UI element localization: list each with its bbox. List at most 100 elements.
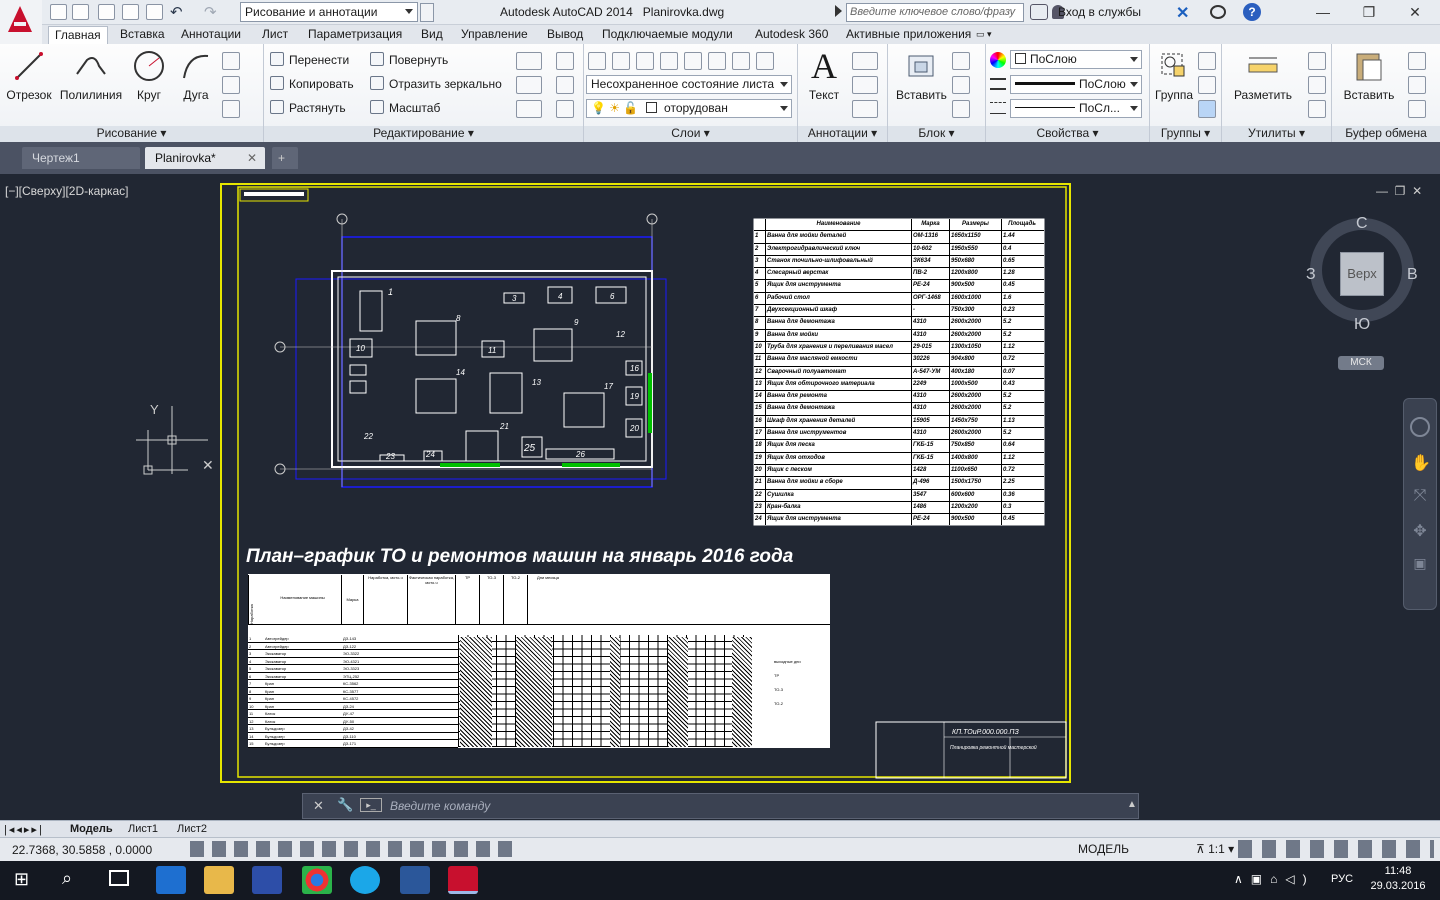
layer-isolate-icon[interactable] xyxy=(636,52,654,70)
quick-access-dropdown[interactable] xyxy=(420,3,434,22)
close-tab-icon[interactable]: ✕ xyxy=(247,147,257,169)
measure-button[interactable]: Разметить xyxy=(1232,48,1294,102)
showmotion-icon[interactable]: ▣ xyxy=(1411,555,1429,575)
viewcube[interactable]: Верх xyxy=(1340,252,1384,296)
layout1-tab[interactable]: Лист1 xyxy=(128,823,158,835)
help-icon[interactable]: ? xyxy=(1243,3,1261,21)
tab-output[interactable]: Вывод xyxy=(541,26,589,44)
layout2-tab[interactable]: Лист2 xyxy=(177,823,207,835)
tab-insert[interactable]: Вставка xyxy=(114,26,171,44)
compass-south[interactable]: Ю xyxy=(1354,316,1370,334)
layer-state-icon[interactable] xyxy=(612,52,630,70)
customize-icon[interactable]: 🔧 xyxy=(337,797,353,813)
ungroup-icon[interactable] xyxy=(1198,52,1216,70)
arc-button[interactable]: Дуга xyxy=(176,48,216,102)
stretch-button[interactable]: Растянуть xyxy=(270,98,346,118)
command-history-icon[interactable]: ▲ xyxy=(1127,799,1137,810)
search-icon[interactable]: ⌕ xyxy=(62,868,72,889)
command-input[interactable]: Введите команду xyxy=(390,799,490,813)
quick-select-icon[interactable] xyxy=(1308,52,1326,70)
utilities-panel-title[interactable]: Утилиты ▾ xyxy=(1222,126,1331,142)
tab-manage[interactable]: Управление xyxy=(455,26,534,44)
layer-state-select[interactable]: Несохраненное состояние листа xyxy=(586,75,792,94)
offset-icon[interactable] xyxy=(556,100,574,118)
attribute-icon[interactable] xyxy=(952,100,970,118)
layer-match-icon[interactable] xyxy=(732,52,750,70)
model-space-toggle[interactable]: МОДЕЛЬ xyxy=(1078,842,1129,856)
compass-north[interactable]: С xyxy=(1356,215,1368,233)
erase-icon[interactable] xyxy=(556,52,574,70)
zoom-icon[interactable]: ⤧ xyxy=(1411,487,1429,507)
model-tab[interactable]: Модель xyxy=(70,823,113,835)
open-icon[interactable] xyxy=(72,4,89,20)
layer-freeze-icon[interactable] xyxy=(660,52,678,70)
annotation-panel-title[interactable]: Аннотации ▾ xyxy=(798,126,887,142)
layer-off-icon[interactable] xyxy=(684,52,702,70)
edit-block-icon[interactable] xyxy=(952,76,970,94)
save-icon[interactable] xyxy=(98,4,115,20)
edge-icon[interactable] xyxy=(156,866,186,894)
modify-panel-title[interactable]: Редактирование ▾ xyxy=(264,126,583,142)
clock[interactable]: 11:48 29.03.2016 xyxy=(1368,864,1428,894)
polyline-button[interactable]: Полилиния xyxy=(56,48,126,102)
block-panel-title[interactable]: Блок ▾ xyxy=(888,126,985,142)
fillet-icon[interactable] xyxy=(516,76,542,94)
windows-start-icon[interactable]: ⊞ xyxy=(14,869,29,890)
text-button[interactable]: A Текст xyxy=(804,48,844,102)
match-properties-icon[interactable] xyxy=(1408,100,1426,118)
copy-button[interactable]: Копировать xyxy=(270,74,354,94)
calculator-icon[interactable] xyxy=(1308,76,1326,94)
autocad-taskbar-icon[interactable] xyxy=(448,866,478,894)
tab-featured-apps[interactable]: Активные приложения xyxy=(840,26,977,44)
tab-plugins[interactable]: Подключаемые модули xyxy=(596,26,739,44)
pan-icon[interactable]: ✋ xyxy=(1411,453,1431,473)
ucs-menu[interactable]: МСК xyxy=(1338,356,1384,370)
group-button[interactable]: Группа xyxy=(1152,48,1196,102)
search-input[interactable]: Введите ключевое слово/фразу xyxy=(846,3,1024,22)
tab-annotate[interactable]: Аннотации xyxy=(175,26,247,44)
rectangle-icon[interactable] xyxy=(222,52,240,70)
status-tray-icons[interactable] xyxy=(1238,840,1434,858)
undo-icon[interactable]: ↶ xyxy=(170,3,183,21)
close-command-icon[interactable]: ✕ xyxy=(313,798,324,814)
tab-autodesk360[interactable]: Autodesk 360 xyxy=(749,26,834,44)
layer-lock-icon[interactable] xyxy=(708,52,726,70)
scale-button[interactable]: Масштаб xyxy=(370,98,440,118)
linetype-icon[interactable] xyxy=(990,102,1006,114)
coordinates-readout[interactable]: 22.7368, 30.5858 , 0.0000 xyxy=(12,843,152,857)
lineweight-select[interactable]: ПоСлою xyxy=(1010,75,1142,94)
array-icon[interactable] xyxy=(516,100,542,118)
workspace-selector[interactable]: Рисование и аннотации xyxy=(240,2,418,22)
insert-block-button[interactable]: Вставить xyxy=(896,48,947,102)
system-tray-icons[interactable]: ∧▣⌂◁) xyxy=(1234,872,1315,886)
paste-button[interactable]: Вставить xyxy=(1340,48,1398,102)
mirror-button[interactable]: Отразить зеркально xyxy=(370,74,502,94)
save-app-icon[interactable] xyxy=(252,866,282,894)
viewport-controls-label[interactable]: [−][Сверху][2D-каркас] xyxy=(5,184,129,198)
create-block-icon[interactable] xyxy=(952,52,970,70)
rotate-button[interactable]: Повернуть xyxy=(370,50,448,70)
restore-button[interactable]: ❐ xyxy=(1346,0,1392,25)
cut-icon[interactable] xyxy=(1408,52,1426,70)
group-selection-icon[interactable] xyxy=(1198,100,1216,118)
groups-panel-title[interactable]: Группы ▾ xyxy=(1150,126,1221,142)
tab-home[interactable]: Главная xyxy=(48,26,108,44)
exchange-icon[interactable]: ✕ xyxy=(1176,3,1189,23)
word-icon[interactable] xyxy=(400,866,430,894)
command-prompt-icon[interactable]: ▸_ xyxy=(360,798,382,812)
application-menu-button[interactable] xyxy=(0,0,42,44)
layers-panel-title[interactable]: Слои ▾ xyxy=(584,126,797,142)
compass-east[interactable]: В xyxy=(1407,266,1418,284)
task-view-icon[interactable] xyxy=(109,870,129,886)
properties-panel-title[interactable]: Свойства ▾ xyxy=(986,126,1149,142)
skype-icon[interactable] xyxy=(350,866,380,894)
layer-properties-icon[interactable] xyxy=(588,52,606,70)
orbit-icon[interactable]: ✥ xyxy=(1411,521,1429,541)
line-button[interactable]: Отрезок xyxy=(6,48,52,102)
steering-wheel-icon[interactable] xyxy=(1410,417,1430,437)
binoculars-icon[interactable] xyxy=(1030,4,1048,20)
copy-clip-icon[interactable] xyxy=(1408,76,1426,94)
tab-view[interactable]: Вид xyxy=(415,26,449,44)
play-icon[interactable] xyxy=(835,5,842,17)
new-icon[interactable] xyxy=(50,4,67,20)
